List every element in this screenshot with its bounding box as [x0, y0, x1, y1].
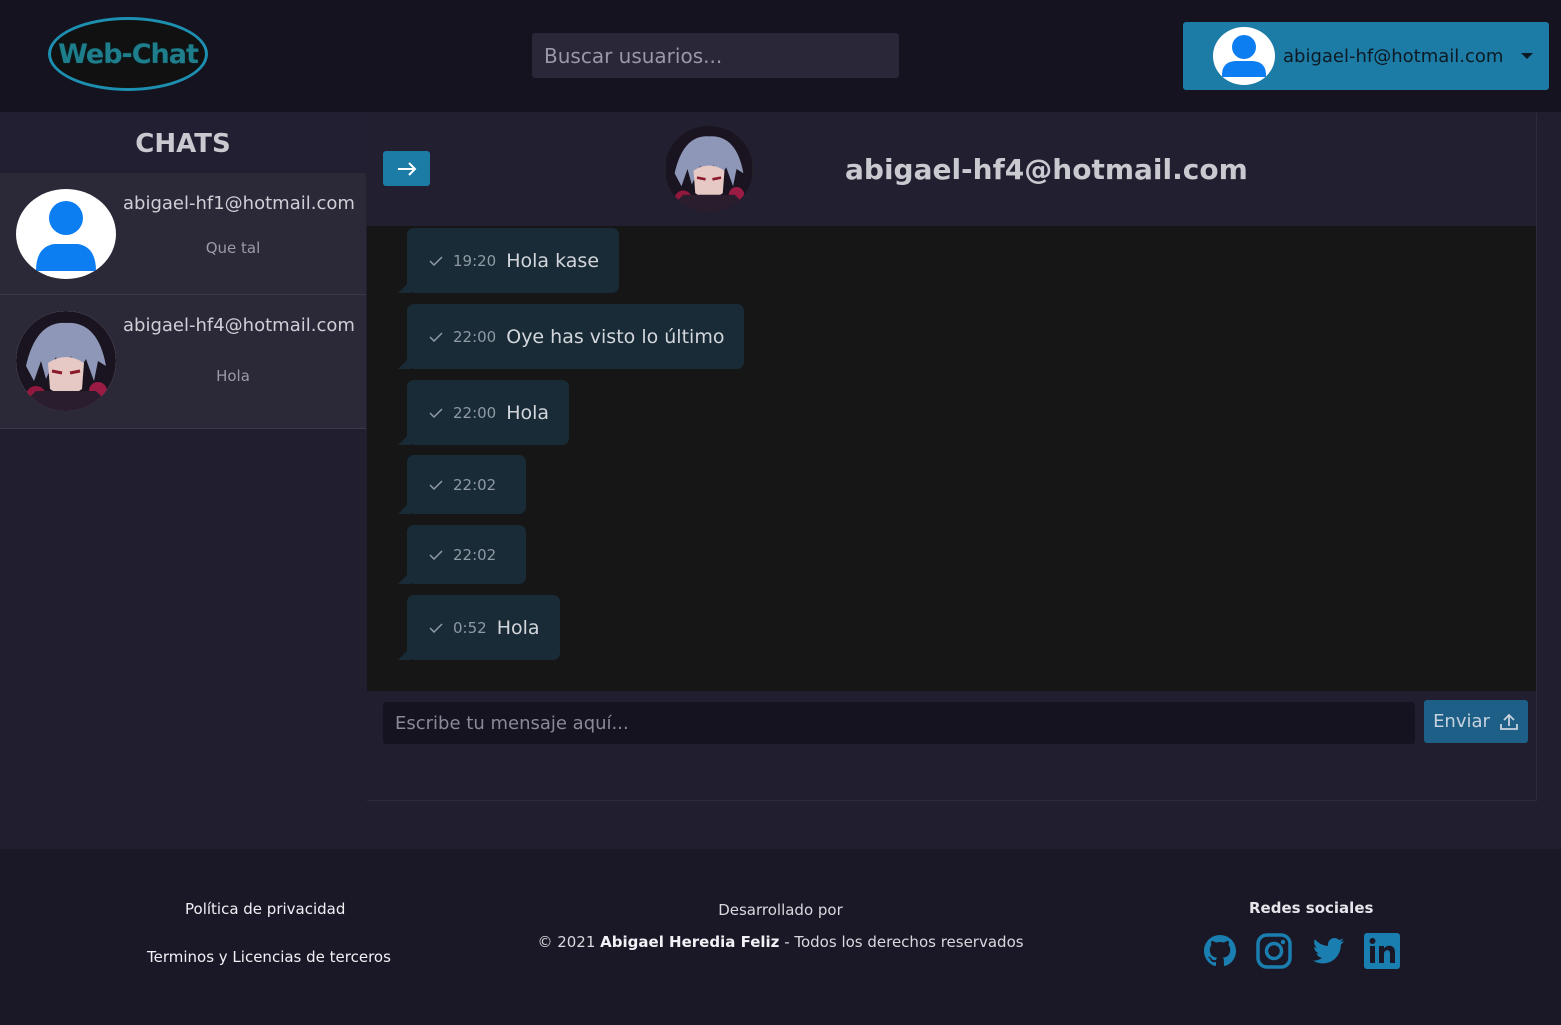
default-user-avatar-icon — [16, 189, 116, 279]
user-avatar-icon — [1213, 27, 1275, 85]
upload-icon — [1500, 713, 1518, 730]
check-icon — [429, 331, 443, 342]
account-email: abigael-hf@hotmail.com — [1283, 45, 1504, 67]
toggle-sidebar-button[interactable] — [383, 151, 430, 186]
message-text: Oye has visto lo último — [506, 325, 725, 348]
anime-avatar-icon — [16, 311, 116, 411]
web-chat-logo[interactable]: Web-Chat — [48, 17, 208, 91]
message-bubble: 19:20 Hola kase — [397, 228, 620, 293]
message-text: Hola kase — [506, 249, 600, 272]
contact-email-title: abigael-hf4@hotmail.com — [845, 153, 1248, 186]
logo-text: Web-Chat — [58, 38, 199, 70]
instagram-icon[interactable] — [1255, 932, 1293, 970]
send-button[interactable]: Enviar — [1424, 700, 1528, 743]
check-icon — [429, 407, 443, 418]
arrow-right-icon — [397, 161, 416, 176]
message-bubble: 0:52 Hola — [398, 595, 560, 660]
check-icon — [429, 549, 443, 560]
check-icon — [429, 479, 443, 490]
message-bubble: 22:02 — [397, 455, 527, 514]
message-text: Hola — [506, 401, 550, 424]
copyright-suffix: - Todos los derechos reservados — [784, 933, 1024, 951]
message-input[interactable] — [383, 702, 1415, 744]
account-dropdown-button[interactable]: abigael-hf@hotmail.com — [1183, 22, 1549, 90]
chat-last-message: Que tal — [205, 239, 261, 257]
sidebar-title: CHATS — [0, 112, 366, 173]
check-icon — [429, 255, 443, 266]
github-icon[interactable] — [1201, 932, 1239, 970]
chat-list-item[interactable]: abigael-hf1@hotmail.com Que tal — [0, 173, 366, 295]
social-networks-title: Redes sociales — [1249, 899, 1374, 917]
message-time: 22:00 — [453, 403, 497, 422]
caret-down-icon — [1521, 53, 1534, 59]
message-time: 19:20 — [453, 251, 497, 270]
top-navbar: Web-Chat abigael-hf@hotmail.com — [0, 0, 1561, 112]
message-time: 22:02 — [453, 475, 497, 494]
chat-last-message: Hola — [216, 367, 250, 385]
chat-contact-email: abigael-hf4@hotmail.com — [123, 315, 355, 336]
author-name: Abigael Heredia Feliz — [600, 933, 780, 951]
message-bubble: 22:00 Oye has visto lo último — [397, 304, 745, 369]
chat-list-sidebar: CHATS abigael-hf1@hotmail.com Que tal ab… — [0, 112, 366, 429]
contact-avatar-icon — [665, 126, 753, 212]
messages-area[interactable]: 19:20 Hola kase 22:00 Oye has visto lo ú… — [367, 226, 1536, 691]
message-text: Hola — [496, 616, 540, 639]
conversation-header: abigael-hf4@hotmail.com — [367, 113, 1536, 226]
message-time: 0:52 — [453, 618, 487, 637]
copyright-prefix: © 2021 — [537, 933, 596, 951]
send-button-label: Enviar — [1433, 711, 1490, 732]
chat-list-item[interactable]: abigael-hf4@hotmail.com Hola — [0, 295, 366, 429]
conversation-panel: abigael-hf4@hotmail.com 19:20 Hola kase … — [367, 113, 1537, 801]
chat-contact-email: abigael-hf1@hotmail.com — [123, 193, 355, 214]
message-time: 22:02 — [453, 545, 497, 564]
message-composer: Enviar — [367, 691, 1536, 800]
check-icon — [429, 622, 443, 633]
twitter-icon[interactable] — [1309, 932, 1347, 970]
message-bubble: 22:00 Hola — [397, 380, 570, 445]
linkedin-icon[interactable] — [1363, 932, 1401, 970]
search-users-input[interactable] — [532, 33, 899, 78]
message-bubble: 22:02 — [397, 525, 527, 584]
page-footer: Política de privacidad Terminos y Licenc… — [0, 849, 1561, 1025]
message-time: 22:00 — [453, 327, 497, 346]
